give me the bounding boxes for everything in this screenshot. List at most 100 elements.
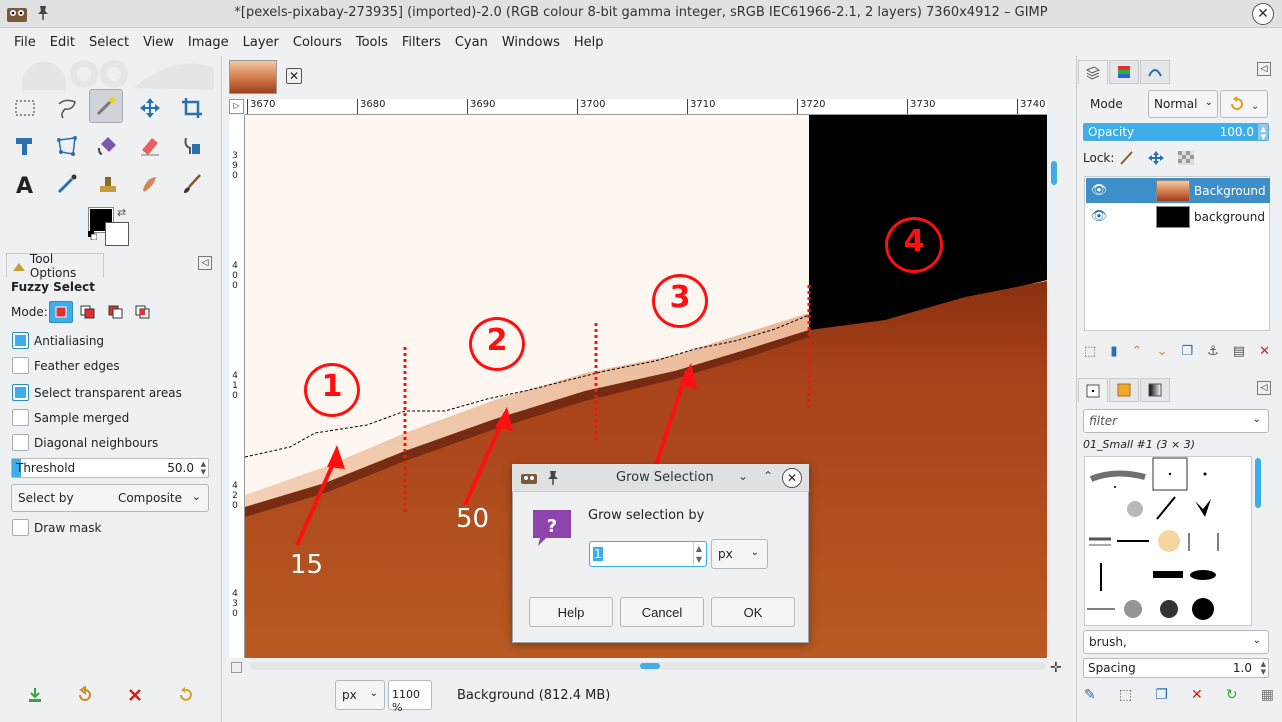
layer-mask-icon[interactable]: ▤ <box>1233 344 1245 359</box>
delete-layer-icon[interactable]: ✕ <box>1259 344 1270 359</box>
fuzzy-select-tool-icon[interactable] <box>89 89 123 123</box>
eye-icon[interactable]: 👁 <box>1086 183 1112 198</box>
ruler-corner-menu-icon[interactable]: ▷ <box>229 99 244 114</box>
antialiasing-checkbox[interactable] <box>12 332 29 349</box>
raise-layer-icon[interactable]: ⌃ <box>1132 344 1143 359</box>
threshold-spin-icon[interactable]: ▲ ▼ <box>201 460 206 476</box>
anchor-layer-icon[interactable]: ⚓ <box>1207 344 1219 359</box>
paths-tab-icon[interactable] <box>1140 60 1170 84</box>
quick-mask-toggle[interactable] <box>231 662 242 673</box>
reset-colors-icon[interactable] <box>88 231 97 240</box>
brush-filter-dropdown[interactable]: filter ⌄ <box>1083 409 1269 433</box>
duplicate-layer-icon[interactable]: ❐ <box>1181 344 1193 359</box>
help-button[interactable]: Help <box>529 597 613 627</box>
zoom-field[interactable]: 1100 % <box>388 680 432 714</box>
minimize-icon[interactable]: ⌄ <box>738 469 748 483</box>
pin-icon[interactable] <box>546 470 560 486</box>
vertical-scrollbar[interactable] <box>1049 115 1059 658</box>
image-tab-thumbnail[interactable] <box>229 60 277 94</box>
eraser-tool-icon[interactable] <box>133 129 167 163</box>
layers-tab-icon[interactable] <box>1078 60 1108 84</box>
feather-edges-option[interactable]: Feather edges <box>12 357 120 374</box>
unit-dropdown[interactable]: px ⌄ <box>335 680 385 710</box>
patterns-tab-icon[interactable] <box>1109 378 1139 402</box>
smudge-tool-icon[interactable] <box>133 167 167 201</box>
lock-position-icon[interactable] <box>1147 150 1165 166</box>
brushes-tab-icon[interactable] <box>1078 378 1108 402</box>
menu-file[interactable]: File <box>7 35 43 50</box>
threshold-slider[interactable]: Threshold 50.0 ▲ ▼ <box>11 458 209 478</box>
vertical-scroll-thumb[interactable] <box>1051 161 1057 185</box>
composite-mode-button[interactable]: ⌄ <box>1220 90 1268 118</box>
menu-image[interactable]: Image <box>181 35 236 50</box>
spacing-slider[interactable]: Spacing 1.0 ▲ ▼ <box>1083 658 1269 678</box>
sample-merged-option[interactable]: Sample merged <box>12 409 129 426</box>
gradients-tab-icon[interactable] <box>1140 378 1170 402</box>
mode-add-icon[interactable] <box>76 301 100 323</box>
mode-subtract-icon[interactable] <box>104 301 128 323</box>
grow-amount-spin-icon[interactable]: ▲ ▼ <box>692 543 702 565</box>
rect-select-tool-icon[interactable] <box>8 91 42 125</box>
draw-mask-option[interactable]: Draw mask <box>12 519 101 536</box>
diagonal-neighbours-checkbox[interactable] <box>12 434 29 451</box>
ok-button[interactable]: OK <box>711 597 795 627</box>
menu-tools[interactable]: Tools <box>349 35 395 50</box>
menu-help[interactable]: Help <box>567 35 611 50</box>
cancel-button[interactable]: Cancel <box>620 597 704 627</box>
move-tool-icon[interactable] <box>133 91 167 125</box>
unified-transform-tool-icon[interactable] <box>8 129 42 163</box>
spacing-spin-icon[interactable]: ▲ ▼ <box>1261 660 1266 676</box>
reset-options-icon[interactable] <box>176 686 194 704</box>
delete-options-icon[interactable] <box>126 686 144 704</box>
paintbrush-tool-icon[interactable] <box>175 167 209 201</box>
layer-mode-dropdown[interactable]: Normal ⌄ <box>1148 90 1218 118</box>
horizontal-scrollbar[interactable] <box>250 662 1046 670</box>
antialiasing-option[interactable]: Antialiasing <box>12 332 104 349</box>
close-image-tab-icon[interactable]: ✕ <box>286 68 302 84</box>
new-layer-icon[interactable]: ⬚ <box>1084 344 1096 359</box>
select-transparent-checkbox[interactable] <box>12 384 29 401</box>
menu-filters[interactable]: Filters <box>395 35 448 50</box>
dialog-close-icon[interactable]: ✕ <box>782 468 802 488</box>
duplicate-brush-icon[interactable]: ❐ <box>1155 687 1168 703</box>
new-brush-icon[interactable]: ⬚ <box>1119 687 1132 703</box>
mode-intersect-icon[interactable] <box>131 301 155 323</box>
bucket-fill-tool-icon[interactable] <box>91 129 125 163</box>
free-select-tool-icon[interactable] <box>50 91 84 125</box>
mode-replace-icon[interactable] <box>49 301 73 323</box>
brush-scroll-thumb[interactable] <box>1255 458 1261 508</box>
configure-tab-icon[interactable]: ◁ <box>198 256 212 270</box>
lock-alpha-icon[interactable] <box>1177 150 1195 166</box>
diagonal-neighbours-option[interactable]: Diagonal neighbours <box>12 434 158 451</box>
stamp-tool-icon[interactable] <box>91 167 125 201</box>
restore-options-icon[interactable] <box>76 686 94 704</box>
menu-select[interactable]: Select <box>82 35 136 50</box>
channels-tab-icon[interactable] <box>1109 60 1139 84</box>
save-options-icon[interactable] <box>26 686 44 704</box>
clone-tool-icon[interactable] <box>175 129 209 163</box>
warp-transform-tool-icon[interactable] <box>50 129 84 163</box>
new-layer-group-icon[interactable]: ▮ <box>1110 344 1117 359</box>
configure-tab-icon[interactable]: ◁ <box>1257 62 1271 76</box>
edit-brush-icon[interactable]: ✎ <box>1084 687 1096 703</box>
lower-layer-icon[interactable]: ⌄ <box>1156 344 1167 359</box>
delete-brush-icon[interactable]: ✕ <box>1191 687 1203 703</box>
swap-colors-icon[interactable]: ⇄ <box>117 206 126 219</box>
menu-colours[interactable]: Colours <box>286 35 349 50</box>
select-transparent-option[interactable]: Select transparent areas <box>12 384 182 401</box>
brush-scrollbar[interactable] <box>1254 458 1262 624</box>
grow-unit-dropdown[interactable]: px ⌄ <box>711 539 768 569</box>
text-tool-icon[interactable]: A <box>8 167 42 201</box>
menu-view[interactable]: View <box>136 35 181 50</box>
sample-merged-checkbox[interactable] <box>12 409 29 426</box>
menu-windows[interactable]: Windows <box>495 35 567 50</box>
navigate-icon[interactable]: ✛ <box>1050 660 1062 676</box>
layer-row[interactable]: 👁 background <box>1086 204 1270 229</box>
configure-tab-icon[interactable]: ◁ <box>1257 381 1271 395</box>
draw-mask-checkbox[interactable] <box>12 519 29 536</box>
background-color-swatch[interactable] <box>105 222 129 246</box>
opacity-slider[interactable]: Opacity 100.0 ▲ ▼ <box>1083 123 1269 141</box>
grow-amount-input[interactable]: 1 ▲ ▼ <box>589 541 707 567</box>
brush-tag-dropdown[interactable]: brush, ⌄ <box>1083 630 1269 654</box>
feather-edges-checkbox[interactable] <box>12 357 29 374</box>
